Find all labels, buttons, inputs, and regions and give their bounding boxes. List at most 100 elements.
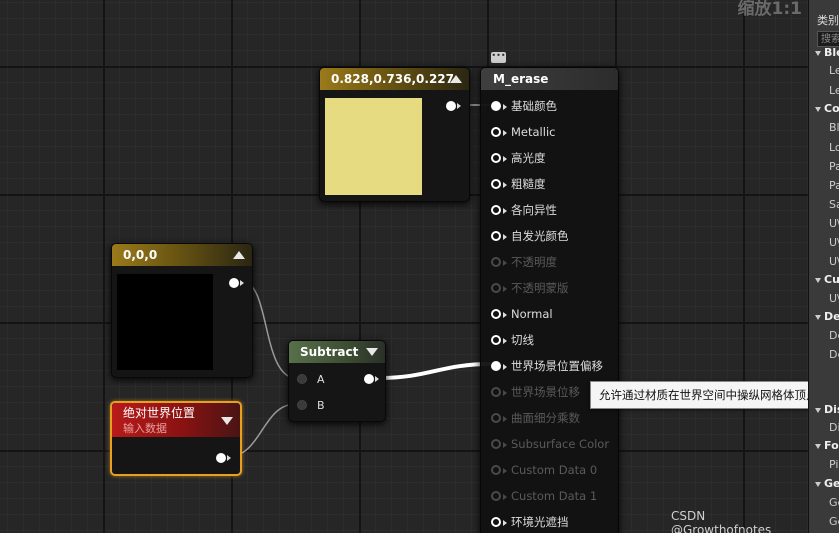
pin-label: 不透明蒙版 [511,281,569,295]
palette-category[interactable]: Fo [815,439,839,452]
material-pin-row[interactable]: 自发光颜色 [491,227,569,245]
palette-category[interactable]: De [815,310,839,323]
pin-label: Custom Data 1 [511,489,598,503]
node-title: 0,0,0 [112,244,252,266]
palette-item[interactable]: Pa [829,179,839,192]
output-pin[interactable] [229,278,244,288]
palette-item[interactable]: Bl [829,121,839,134]
constant-color-node[interactable]: 0.828,0.736,0.227 [319,67,470,202]
pin-label: Custom Data 0 [511,463,598,477]
material-pin-row[interactable]: 各向异性 [491,201,557,219]
palette-panel[interactable]: 类别 搜索 Ble Le Le Co Bl Lo Pa Pa Sa U\ U\ U\ Cu U\ De De D… [808,0,839,533]
input-pin-icon[interactable] [491,491,507,501]
palette-item[interactable]: Ge [829,496,839,509]
palette-category[interactable]: Ble [815,46,839,59]
palette-item[interactable]: U\ [829,236,839,249]
pin-label: 各向异性 [511,203,557,217]
pin-label: 自发光颜色 [511,229,569,243]
color-swatch [325,98,422,195]
input-pin-icon[interactable] [491,387,507,397]
palette-item[interactable]: U\ [829,255,839,268]
node-title: M_erase [481,68,618,90]
material-pin-row[interactable]: Normal [491,305,553,323]
material-result-node[interactable]: M_erase 基础颜色 Metallic 高光度粗糙度各向异性自发光颜色不透明度不… [480,67,619,533]
palette-item[interactable]: U\ [829,292,839,305]
input-pin-icon[interactable] [491,413,507,423]
palette-item[interactable]: Pa [829,160,839,173]
constant-black-node[interactable]: 0,0,0 [111,243,253,378]
material-pin-row[interactable]: 环境光遮挡 [491,513,569,531]
collapse-arrow-icon[interactable] [233,251,245,259]
material-pin-row[interactable]: Metallic [491,123,555,141]
input-pin-icon[interactable] [491,309,507,319]
pin-label: 不透明度 [511,255,557,269]
input-pin-a[interactable] [297,374,307,384]
output-pin[interactable] [446,101,461,111]
palette-category[interactable]: Ge [815,477,839,490]
input-pin-icon[interactable] [491,361,507,371]
wire-subtract-to-wpo [377,362,492,380]
material-pin-row: 不透明度 [491,253,557,271]
input-pin-icon[interactable] [491,283,507,293]
absolute-world-position-node[interactable]: 绝对世界位置 输入数据 [110,401,242,476]
palette-item[interactable]: Le [829,84,839,97]
comment-bubble-icon[interactable]: ••• [491,52,506,63]
pin-label: 切线 [511,333,534,347]
watermark: CSDN @Growthofnotes [671,509,772,533]
input-pin-icon[interactable] [491,153,507,163]
tooltip: 允许通过材质在世界空间中操纵网格体顶点 [590,381,808,409]
material-pin-row[interactable]: 高光度 [491,149,546,167]
input-pin-b[interactable] [297,400,307,410]
material-pin-row[interactable]: 粗糙度 [491,175,546,193]
material-pin-row: Subsurface Color [491,435,609,453]
palette-item[interactable]: Lo [829,141,839,154]
palette-item[interactable]: U\ [829,217,839,230]
pin-label: Normal [511,307,553,321]
input-pin-icon[interactable] [491,205,507,215]
subtract-node[interactable]: Subtract A B [288,340,386,422]
input-pin-icon[interactable] [491,257,507,267]
palette-item[interactable]: Ge [829,515,839,528]
collapse-arrow-icon[interactable] [450,75,462,83]
pin-label: 粗糙度 [511,177,546,191]
input-pin-icon[interactable] [491,517,507,527]
material-graph-canvas[interactable]: 缩放1:1 0.828,0.736,0.227 0,0,0 绝对世界位置 输入数… [0,0,808,533]
zoom-label: 缩放1:1 [737,0,802,19]
palette-item[interactable]: Pi [829,458,838,471]
palette-search-input[interactable]: 搜索 [817,31,839,47]
input-pin-icon[interactable] [491,179,507,189]
pin-label-b: B [317,399,325,412]
material-pin-row: 曲面细分乘数 [491,409,580,427]
node-title: 0.828,0.736,0.227 [320,68,469,90]
input-pin-icon[interactable] [491,231,507,241]
palette-item[interactable]: Di [829,421,839,434]
palette-item[interactable]: De [829,329,839,342]
material-pin-row: Custom Data 0 [491,461,597,479]
input-pin-icon[interactable] [491,465,507,475]
material-pin-row: Custom Data 1 [491,487,597,505]
material-pin-row[interactable]: 世界场景位置偏移 [491,357,603,375]
input-pin-icon[interactable] [491,127,507,137]
material-pin-row[interactable]: 切线 [491,331,534,349]
palette-item[interactable]: Le [829,64,839,77]
palette-category[interactable]: Cu [815,273,839,286]
palette-category[interactable]: Co [815,102,839,115]
palette-title: 类别 [817,14,839,27]
collapse-arrow-icon[interactable] [221,417,233,425]
collapse-arrow-icon[interactable] [366,348,378,356]
palette-item[interactable]: De [829,348,839,361]
input-pin-icon[interactable] [491,335,507,345]
output-pin[interactable] [216,453,231,463]
pin-label: 基础颜色 [511,99,557,113]
output-pin[interactable] [364,374,379,384]
material-pin-row[interactable]: 基础颜色 [491,97,557,115]
input-pin-icon[interactable] [491,101,507,111]
input-pin-icon[interactable] [491,439,507,449]
pin-label: 环境光遮挡 [511,515,569,529]
pin-label: 世界场景位置偏移 [511,359,603,373]
palette-category[interactable]: Dis [815,403,839,416]
pin-label-a: A [317,373,325,386]
color-swatch [117,274,213,370]
palette-item[interactable]: Sa [829,198,839,211]
pin-label: Metallic [511,125,556,139]
